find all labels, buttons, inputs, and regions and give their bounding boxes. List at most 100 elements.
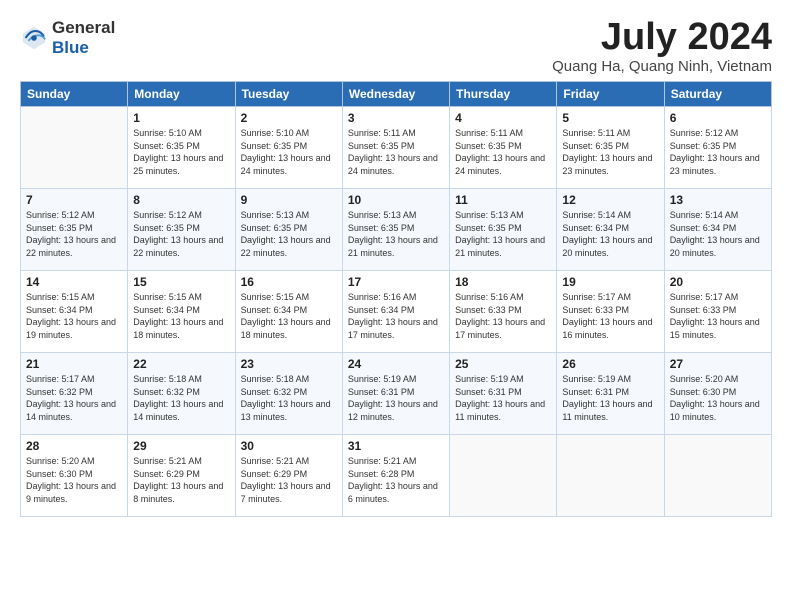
cell-info: Sunrise: 5:20 AMSunset: 6:30 PMDaylight:… (26, 455, 122, 505)
calendar-cell: 16Sunrise: 5:15 AMSunset: 6:34 PMDayligh… (235, 271, 342, 353)
cell-info: Sunrise: 5:12 AMSunset: 6:35 PMDaylight:… (670, 127, 766, 177)
calendar-cell: 24Sunrise: 5:19 AMSunset: 6:31 PMDayligh… (342, 353, 449, 435)
weekday-header-saturday: Saturday (664, 82, 771, 107)
calendar-cell: 13Sunrise: 5:14 AMSunset: 6:34 PMDayligh… (664, 189, 771, 271)
weekday-header-tuesday: Tuesday (235, 82, 342, 107)
day-number: 12 (562, 193, 658, 207)
calendar-cell (450, 435, 557, 517)
weekday-header-friday: Friday (557, 82, 664, 107)
day-number: 25 (455, 357, 551, 371)
calendar-cell: 2Sunrise: 5:10 AMSunset: 6:35 PMDaylight… (235, 107, 342, 189)
day-number: 23 (241, 357, 337, 371)
day-number: 20 (670, 275, 766, 289)
day-number: 8 (133, 193, 229, 207)
calendar-cell (557, 435, 664, 517)
calendar-cell (664, 435, 771, 517)
weekday-header-sunday: Sunday (21, 82, 128, 107)
day-number: 30 (241, 439, 337, 453)
calendar-table: SundayMondayTuesdayWednesdayThursdayFrid… (20, 81, 772, 517)
weekday-header-row: SundayMondayTuesdayWednesdayThursdayFrid… (21, 82, 772, 107)
day-number: 22 (133, 357, 229, 371)
day-number: 5 (562, 111, 658, 125)
page: General Blue July 2024 Quang Ha, Quang N… (0, 0, 792, 527)
calendar-cell (21, 107, 128, 189)
cell-info: Sunrise: 5:13 AMSunset: 6:35 PMDaylight:… (455, 209, 551, 259)
calendar-cell: 15 Sunrise: 5:15 AMSunset: 6:34 PMDayligh… (128, 271, 235, 353)
calendar-cell: 9 Sunrise: 5:13 AMSunset: 6:35 PMDaylight… (235, 189, 342, 271)
day-number: 6 (670, 111, 766, 125)
cell-info: Sunrise: 5:11 AMSunset: 6:35 PMDaylight:… (348, 127, 444, 177)
calendar-cell: 17 Sunrise: 5:16 AMSunset: 6:34 PMDayligh… (342, 271, 449, 353)
day-number: 24 (348, 357, 444, 371)
day-number: 31 (348, 439, 444, 453)
cell-info: Sunrise: 5:11 AMSunset: 6:35 PMDaylight:… (562, 127, 658, 177)
calendar-cell: 27 Sunrise: 5:20 AMSunset: 6:30 PMDayligh… (664, 353, 771, 435)
weekday-header-thursday: Thursday (450, 82, 557, 107)
week-row-5: 28 Sunrise: 5:20 AMSunset: 6:30 PMDayligh… (21, 435, 772, 517)
day-number: 21 (26, 357, 122, 371)
calendar-cell: 11 Sunrise: 5:13 AMSunset: 6:35 PMDayligh… (450, 189, 557, 271)
logo-icon (20, 24, 48, 52)
cell-info: Sunrise: 5:13 AMSunset: 6:35 PMDaylight:… (241, 209, 337, 259)
cell-info: Sunrise: 5:15 AMSunset: 6:34 PMDaylight:… (133, 291, 229, 341)
cell-info: Sunrise: 5:21 AMSunset: 6:28 PMDaylight:… (348, 455, 444, 505)
week-row-4: 21 Sunrise: 5:17 AMSunset: 6:32 PMDayligh… (21, 353, 772, 435)
day-number: 19 (562, 275, 658, 289)
logo-general: General (52, 18, 115, 37)
calendar-cell: 26 Sunrise: 5:19 AMSunset: 6:31 PMDayligh… (557, 353, 664, 435)
day-number: 15 (133, 275, 229, 289)
calendar-cell: 20 Sunrise: 5:17 AMSunset: 6:33 PMDayligh… (664, 271, 771, 353)
calendar-cell: 8Sunrise: 5:12 AMSunset: 6:35 PMDaylight… (128, 189, 235, 271)
day-number: 7 (26, 193, 122, 207)
cell-info: Sunrise: 5:20 AMSunset: 6:30 PMDaylight:… (670, 373, 766, 423)
calendar-cell: 12 Sunrise: 5:14 AMSunset: 6:34 PMDayligh… (557, 189, 664, 271)
calendar-cell: 23 Sunrise: 5:18 AMSunset: 6:32 PMDayligh… (235, 353, 342, 435)
cell-info: Sunrise: 5:11 AMSunset: 6:35 PMDaylight:… (455, 127, 551, 177)
cell-info: Sunrise: 5:10 AMSunset: 6:35 PMDaylight:… (133, 127, 229, 177)
calendar-cell: 5 Sunrise: 5:11 AMSunset: 6:35 PMDaylight… (557, 107, 664, 189)
cell-info: Sunrise: 5:13 AMSunset: 6:35 PMDaylight:… (348, 209, 444, 259)
cell-info: Sunrise: 5:17 AMSunset: 6:33 PMDaylight:… (670, 291, 766, 341)
day-number: 1 (133, 111, 229, 125)
calendar-cell: 28 Sunrise: 5:20 AMSunset: 6:30 PMDayligh… (21, 435, 128, 517)
day-number: 27 (670, 357, 766, 371)
weekday-header-monday: Monday (128, 82, 235, 107)
weekday-header-wednesday: Wednesday (342, 82, 449, 107)
cell-info: Sunrise: 5:19 AMSunset: 6:31 PMDaylight:… (562, 373, 658, 423)
calendar-cell: 19 Sunrise: 5:17 AMSunset: 6:33 PMDayligh… (557, 271, 664, 353)
calendar-cell: 25 Sunrise: 5:19 AMSunset: 6:31 PMDayligh… (450, 353, 557, 435)
cell-info: Sunrise: 5:18 AMSunset: 6:32 PMDaylight:… (241, 373, 337, 423)
cell-info: Sunrise: 5:17 AMSunset: 6:33 PMDaylight:… (562, 291, 658, 341)
cell-info: Sunrise: 5:17 AMSunset: 6:32 PMDaylight:… (26, 373, 122, 423)
day-number: 10 (348, 193, 444, 207)
calendar-cell: 14Sunrise: 5:15 AMSunset: 6:34 PMDayligh… (21, 271, 128, 353)
calendar-cell: 7Sunrise: 5:12 AMSunset: 6:35 PMDaylight… (21, 189, 128, 271)
cell-info: Sunrise: 5:16 AMSunset: 6:34 PMDaylight:… (348, 291, 444, 341)
calendar-cell: 4 Sunrise: 5:11 AMSunset: 6:35 PMDaylight… (450, 107, 557, 189)
day-number: 26 (562, 357, 658, 371)
day-number: 17 (348, 275, 444, 289)
day-number: 3 (348, 111, 444, 125)
day-number: 28 (26, 439, 122, 453)
header: General Blue July 2024 Quang Ha, Quang N… (20, 18, 772, 75)
logo-blue: Blue (52, 38, 89, 57)
day-number: 16 (241, 275, 337, 289)
calendar-cell: 6 Sunrise: 5:12 AMSunset: 6:35 PMDaylight… (664, 107, 771, 189)
day-number: 9 (241, 193, 337, 207)
logo-text: General Blue (52, 18, 115, 58)
title-block: July 2024 Quang Ha, Quang Ninh, Vietnam (552, 18, 772, 75)
calendar-cell: 22Sunrise: 5:18 AMSunset: 6:32 PMDayligh… (128, 353, 235, 435)
day-number: 18 (455, 275, 551, 289)
cell-info: Sunrise: 5:15 AMSunset: 6:34 PMDaylight:… (26, 291, 122, 341)
logo: General Blue (20, 18, 115, 58)
cell-info: Sunrise: 5:14 AMSunset: 6:34 PMDaylight:… (670, 209, 766, 259)
calendar-cell: 10 Sunrise: 5:13 AMSunset: 6:35 PMDayligh… (342, 189, 449, 271)
cell-info: Sunrise: 5:10 AMSunset: 6:35 PMDaylight:… (241, 127, 337, 177)
week-row-3: 14Sunrise: 5:15 AMSunset: 6:34 PMDayligh… (21, 271, 772, 353)
cell-info: Sunrise: 5:14 AMSunset: 6:34 PMDaylight:… (562, 209, 658, 259)
cell-info: Sunrise: 5:19 AMSunset: 6:31 PMDaylight:… (455, 373, 551, 423)
day-number: 4 (455, 111, 551, 125)
calendar-cell: 21 Sunrise: 5:17 AMSunset: 6:32 PMDayligh… (21, 353, 128, 435)
calendar-cell: 3 Sunrise: 5:11 AMSunset: 6:35 PMDaylight… (342, 107, 449, 189)
day-number: 11 (455, 193, 551, 207)
